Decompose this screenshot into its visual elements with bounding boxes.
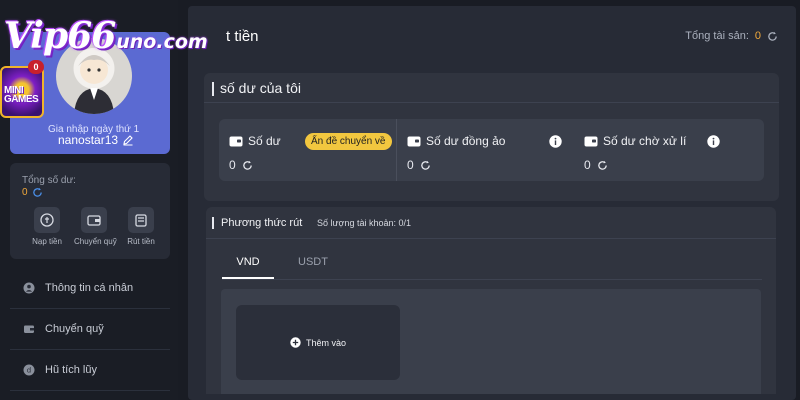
notification-badge: 0 [28, 60, 44, 74]
wallet-icon [229, 136, 243, 147]
refresh-icon[interactable] [242, 160, 253, 171]
wallet-icon [23, 323, 35, 335]
total-balance-value: 0 [22, 187, 28, 198]
sidebar-item-label: Thông tin cá nhân [45, 282, 134, 294]
refresh-icon[interactable] [597, 160, 608, 171]
total-balance-row: 0 [22, 187, 43, 198]
svg-text:d: d [27, 367, 31, 375]
info-icon[interactable] [549, 135, 562, 148]
total-assets-label: Tổng tài sản: [685, 30, 749, 42]
transfer-label: Chuyển quỹ [74, 237, 117, 246]
pending-balance-heading: Số dư chờ xử lí [584, 134, 686, 148]
deposit-button[interactable]: Nạp tiền [27, 207, 67, 246]
balance-value: 0 [229, 158, 236, 172]
my-balance-card: số dư của tôi Số dư Ẩn đề chuyển về 0 Số… [204, 73, 779, 201]
login-days: Gia nhập ngày thứ 1 [48, 124, 140, 135]
balance-value-row: 0 [229, 158, 253, 172]
refresh-icon[interactable] [420, 160, 431, 171]
sidebar-item-personal-info[interactable]: Thông tin cá nhân [10, 268, 170, 309]
withdraw-methods-card: Phương thức rút Số lượng tài khoản: 0/1 … [206, 207, 776, 394]
tab-usdt[interactable]: USDT [287, 253, 339, 279]
logo-brand: Vip66 [4, 15, 116, 57]
wallet-icon [407, 136, 421, 147]
tabs-divider [222, 279, 762, 280]
add-account-button[interactable]: Thêm vào [236, 305, 400, 380]
withdraw-methods-title: Phương thức rút [221, 217, 303, 229]
deposit-icon [34, 207, 60, 233]
pending-balance-column: Số dư chờ xử lí 0 [574, 119, 764, 181]
balance-heading: Số dư [229, 134, 281, 148]
total-assets-value: 0 [754, 30, 761, 42]
page-title: t tiền [226, 28, 259, 45]
tab-vnd[interactable]: VND [222, 253, 274, 279]
sidebar-item-label: Chuyển quỹ [45, 323, 104, 335]
balance-label: Số dư [248, 134, 281, 148]
pending-balance-label: Số dư chờ xử lí [603, 134, 687, 148]
sidebar-menu: Thông tin cá nhân Chuyển quỹ d Hũ tích l… [10, 268, 170, 391]
refresh-icon[interactable] [767, 31, 778, 42]
pending-balance-value: 0 [584, 158, 591, 172]
user-icon [23, 282, 35, 294]
my-balance-header: số dư của tôi [204, 73, 779, 103]
virtual-balance-label: Số dư đồng ảo [426, 134, 506, 148]
hide-transfer-button[interactable]: Ẩn đề chuyển về [305, 133, 392, 150]
account-count: Số lượng tài khoản: 0/1 [317, 218, 411, 228]
refresh-icon[interactable] [32, 187, 43, 198]
total-assets: Tổng tài sản: 0 [685, 30, 778, 42]
pending-balance-value-row: 0 [584, 158, 608, 172]
accounts-area: Thêm vào [221, 289, 761, 394]
site-logo[interactable]: Vip66 uno.com [4, 13, 208, 57]
minigames-text: MINI GAMES [4, 85, 39, 105]
deposit-label: Nạp tiền [32, 237, 62, 246]
header-accent-bar [212, 217, 214, 229]
account-count-label: Số lượng tài khoản: [317, 218, 396, 228]
my-balance-title: số dư của tôi [220, 80, 301, 96]
virtual-balance-value-row: 0 [407, 158, 431, 172]
edit-icon[interactable] [122, 134, 134, 146]
balance-column: Số dư Ẩn đề chuyển về 0 [219, 119, 397, 181]
balance-card: Tổng số dư: 0 Nạp tiền Chuyển quỹ Rút ti… [10, 163, 170, 259]
transfer-button[interactable]: Chuyển quỹ [74, 207, 117, 246]
header-accent-bar [212, 82, 214, 96]
withdraw-button[interactable]: Rút tiền [121, 207, 161, 246]
account-count-value: 0/1 [398, 218, 412, 228]
virtual-balance-column: Số dư đồng ảo 0 [397, 119, 573, 181]
jar-icon: d [23, 364, 35, 376]
wallet-transfer-icon [81, 207, 107, 233]
info-icon[interactable] [707, 135, 720, 148]
sidebar: nanostar13 Gia nhập ngày thứ 1 Tổng số d… [0, 0, 178, 400]
currency-tabs: VND USDT [222, 253, 339, 279]
virtual-balance-value: 0 [407, 158, 414, 172]
virtual-balance-heading: Số dư đồng ảo [407, 134, 505, 148]
username: nanostar13 [58, 133, 134, 147]
plus-circle-icon [290, 337, 301, 348]
sidebar-item-savings-jar[interactable]: d Hũ tích lũy [10, 350, 170, 391]
total-balance-label: Tổng số dư: [22, 175, 76, 186]
withdraw-icon [128, 207, 154, 233]
balances-box: Số dư Ẩn đề chuyển về 0 Số dư đồng ảo 0 … [219, 119, 764, 181]
withdraw-label: Rút tiền [127, 237, 155, 246]
withdraw-methods-header: Phương thức rút Số lượng tài khoản: 0/1 [206, 207, 776, 239]
logo-domain: uno.com [116, 31, 208, 53]
quick-actions: Nạp tiền Chuyển quỹ Rút tiền [27, 207, 161, 246]
username-text: nanostar13 [58, 133, 119, 147]
add-account-label: Thêm vào [305, 337, 347, 348]
sidebar-item-label: Hũ tích lũy [45, 364, 97, 376]
sidebar-item-transfer[interactable]: Chuyển quỹ [10, 309, 170, 350]
wallet-icon [584, 136, 598, 147]
